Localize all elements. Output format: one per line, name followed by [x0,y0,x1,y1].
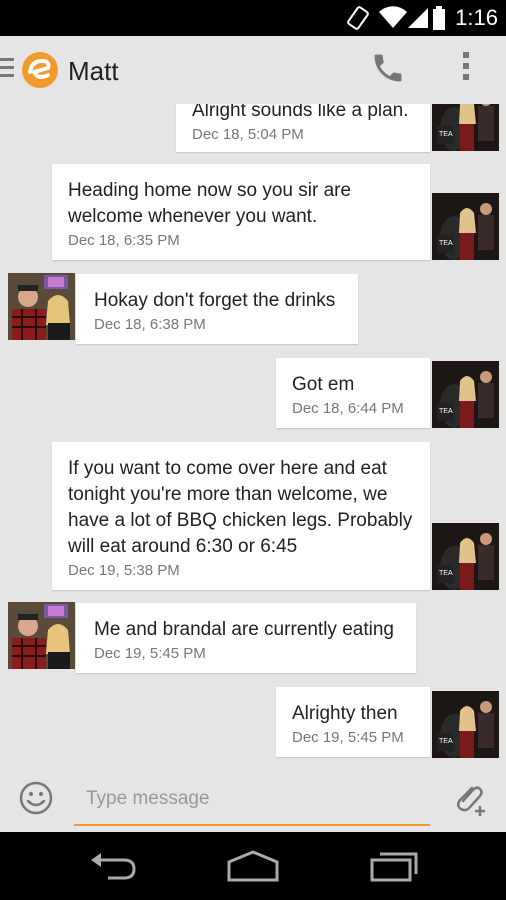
message-input[interactable] [74,774,430,826]
overflow-menu-icon[interactable] [460,52,472,84]
message-text: Me and brandal are currently eating [94,619,394,640]
conversation-title: Matt [68,56,119,86]
avatar-self[interactable]: TEA [432,523,499,590]
signal-icon [408,8,428,28]
message-timestamp: Dec 19, 5:45 PM [292,729,404,746]
message-text: If you want to come over here and eat to… [68,458,413,557]
avatar-self[interactable]: TEA [432,104,499,151]
svg-text:TEA: TEA [439,131,453,138]
message-thread[interactable]: Alright sounds like a plan. Dec 18, 5:04… [0,104,506,766]
battery-icon [433,6,445,30]
message-text: Got em [292,374,355,395]
avatar-self[interactable]: TEA [432,193,499,260]
screen-rotation-icon [347,6,369,30]
message-timestamp: Dec 19, 5:45 PM [94,645,206,662]
message-timestamp: Dec 18, 6:35 PM [68,232,180,249]
message-timestamp: Dec 19, 5:38 PM [68,562,180,579]
avatar-contact[interactable] [8,602,75,669]
message-text: Alright sounds like a plan. [192,104,409,121]
system-navigation-bar [0,832,506,900]
phone-icon[interactable] [370,50,406,86]
message-text: Alrighty then [292,703,398,724]
app-logo-icon[interactable] [18,50,62,90]
attach-icon[interactable] [450,778,490,818]
message-bubble-outgoing[interactable]: Got em Dec 18, 6:44 PM [276,358,430,428]
message-bubble-outgoing[interactable]: Alright sounds like a plan. Dec 18, 5:04… [176,104,430,152]
message-bubble-outgoing[interactable]: Heading home now so you sir are welcome … [52,164,430,260]
message-bubble-outgoing[interactable]: Alrighty then Dec 19, 5:45 PM [276,687,430,757]
message-bubble-outgoing[interactable]: If you want to come over here and eat to… [52,442,430,590]
message-bubble-incoming[interactable]: Me and brandal are currently eating Dec … [76,603,416,673]
svg-text:TEA: TEA [439,408,453,415]
message-timestamp: Dec 18, 6:38 PM [94,316,206,333]
status-bar: 1:16 [0,0,506,36]
message-timestamp: Dec 18, 5:04 PM [192,126,304,143]
avatar-contact[interactable] [8,273,75,340]
menu-icon[interactable] [0,58,14,80]
wifi-icon [379,6,407,28]
svg-text:TEA: TEA [439,240,453,247]
home-icon[interactable] [226,848,280,884]
svg-text:TEA: TEA [439,570,453,577]
composer-bar [0,766,506,832]
message-timestamp: Dec 18, 6:44 PM [292,400,404,417]
message-text: Hokay don't forget the drinks [94,290,336,311]
recents-icon[interactable] [368,848,422,884]
avatar-self[interactable]: TEA [432,361,499,428]
avatar-self[interactable]: TEA [432,691,499,758]
emoji-icon[interactable] [18,780,54,816]
app-bar: Matt [0,36,506,104]
message-text: Heading home now so you sir are welcome … [68,180,352,227]
message-bubble-incoming[interactable]: Hokay don't forget the drinks Dec 18, 6:… [76,274,358,344]
status-time: 1:16 [455,5,498,30]
svg-text:TEA: TEA [439,738,453,745]
back-icon[interactable] [88,848,138,884]
